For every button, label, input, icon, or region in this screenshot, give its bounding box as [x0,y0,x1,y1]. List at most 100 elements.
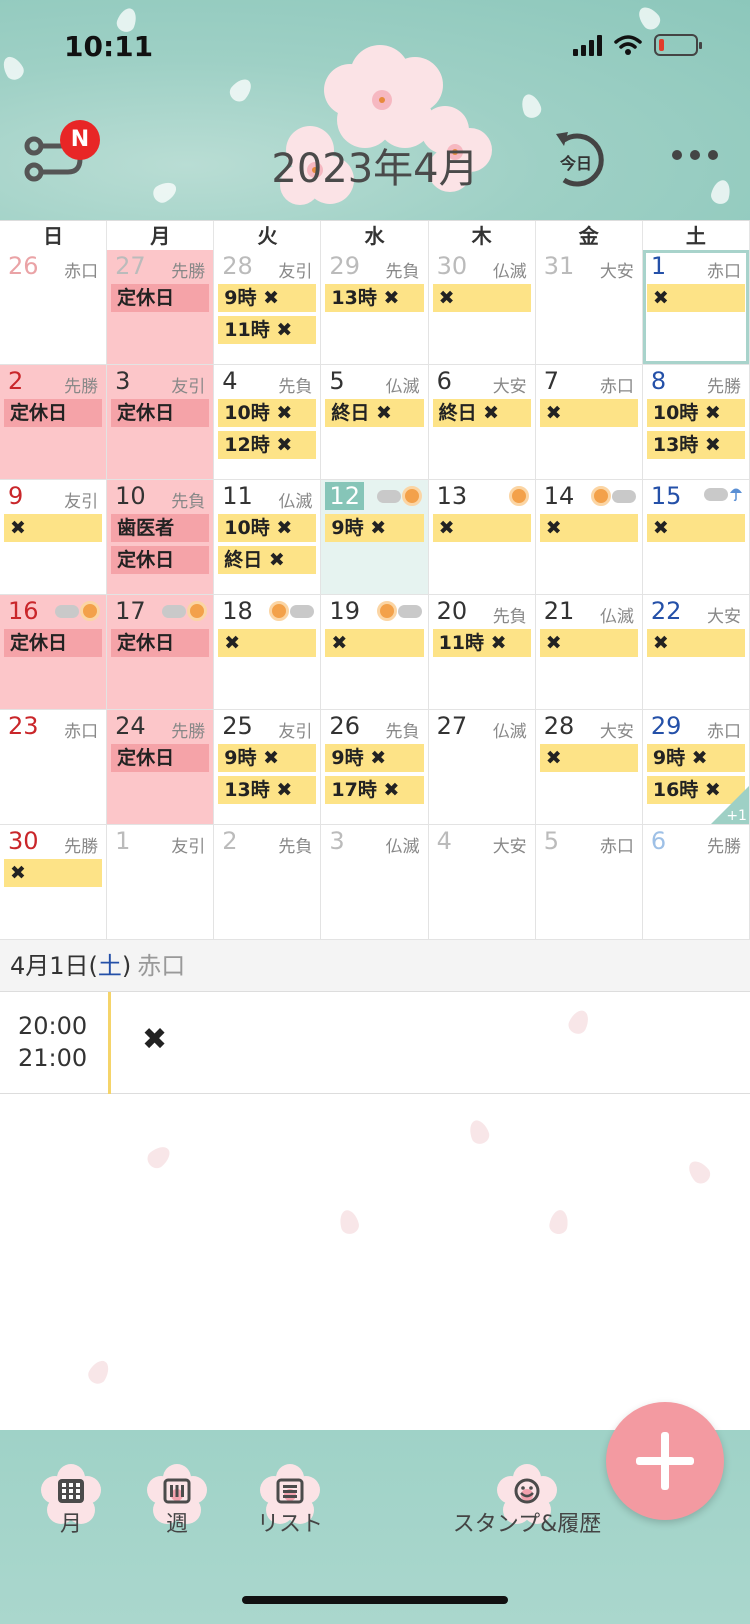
calendar-day-cell[interactable]: 13 ✖ [428,480,536,595]
today-button[interactable]: 今日 [546,124,616,194]
calendar-event-chip[interactable]: 10時 ✖ [218,399,317,427]
calendar-day-cell[interactable]: 10 先負 歯医者 定休日 [107,480,215,595]
calendar-event-chip[interactable]: 10時 ✖ [218,514,317,542]
calendar-day-cell[interactable]: 16 定休日 [0,595,108,710]
calendar-day-cell[interactable]: 27 先勝 定休日 [107,250,215,365]
calendar-day-cell[interactable]: 5 仏滅 終日 ✖ [321,365,429,480]
calendar-event-chip[interactable]: ✖ [539,399,638,427]
calendar-day-cell[interactable]: 19 ✖ [321,595,429,710]
calendar-event-chip[interactable]: 9時 ✖ [218,284,317,312]
calendar-day-cell[interactable]: 12 9時 ✖ [321,480,429,595]
calendar-event-chip[interactable]: ✖ [4,859,103,887]
calendar-day-cell[interactable]: 25 友引 9時 ✖ 13時 ✖ [214,710,322,825]
calendar-event-chip[interactable]: ✖ [539,744,638,772]
day-number: 26 [329,712,360,740]
calendar-day-cell[interactable]: 23 赤口 [0,710,108,825]
calendar-day-cell[interactable]: 30 先勝 ✖ [0,825,108,940]
calendar-event-chip[interactable]: 定休日 [111,629,210,657]
month-title[interactable]: 2023年4月 [0,136,750,194]
calendar-day-cell[interactable]: 11 仏滅 10時 ✖ 終日 ✖ [214,480,322,595]
calendar-event-chip[interactable]: ✖ [432,514,531,542]
calendar-day-cell[interactable]: 27 仏滅 [428,710,536,825]
calendar-day-cell[interactable]: 3 友引 定休日 [107,365,215,480]
add-event-button[interactable] [606,1402,724,1520]
calendar-day-cell[interactable]: 2 先負 [214,825,322,940]
calendar-event-chip[interactable]: 13時 ✖ [646,431,745,459]
calendar-event-chip[interactable]: 13時 ✖ [218,776,317,804]
calendar-day-cell[interactable]: 5 赤口 [535,825,643,940]
day-number: 2 [8,367,24,395]
rokuyo-label: 先勝 [64,837,99,857]
more-options-icon[interactable] [672,150,718,160]
calendar-day-cell[interactable]: 4 先負 10時 ✖ 12時 ✖ [214,365,322,480]
calendar-event-chip[interactable]: 9時 ✖ [325,514,424,542]
calendar-event-chip[interactable]: 11時 ✖ [218,316,317,344]
calendar-event-chip[interactable]: 定休日 [111,399,210,427]
calendar-day-cell[interactable]: 2 先勝 定休日 [0,365,108,480]
calendar-day-cell[interactable]: 14 ✖ [535,480,643,595]
calendar-event-chip[interactable]: 歯医者 [111,514,210,542]
tab-month[interactable]: 月 [36,1464,106,1538]
calendar-event-chip[interactable]: 11時 ✖ [432,629,531,657]
calendar-day-cell[interactable]: 29 先負 13時 ✖ [321,250,429,365]
calendar-day-cell[interactable]: 3 仏滅 [321,825,429,940]
calendar-day-cell[interactable]: 6 大安 終日 ✖ [428,365,536,480]
calendar-day-cell[interactable]: 22 大安 ✖ [642,595,750,710]
calendar-event-chip[interactable]: 13時 ✖ [325,284,424,312]
calendar-event-chip[interactable]: ✖ [646,629,745,657]
calendar-day-cell[interactable]: 18 ✖ [214,595,322,710]
calendar-event-chip[interactable]: 17時 ✖ [325,776,424,804]
calendar-day-cell[interactable]: 7 赤口 ✖ [535,365,643,480]
calendar-day-cell[interactable]: 31 大安 [535,250,643,365]
rokuyo-label: 大安 [706,607,741,627]
calendar-day-cell[interactable]: 26 赤口 [0,250,108,365]
calendar-day-cell[interactable]: 6 先勝 [642,825,750,940]
list-icon [276,1478,304,1504]
calendar-event-chip[interactable]: ✖ [432,284,531,312]
calendar-day-cell[interactable]: 15 ✖ [642,480,750,595]
calendar-day-cell[interactable]: 4 大安 [428,825,536,940]
day-number: 28 [222,252,253,280]
weather-icon [508,486,529,506]
calendar-event-chip[interactable]: 定休日 [4,399,103,427]
calendar-day-cell[interactable]: 8 先勝 10時 ✖ 13時 ✖ [642,365,750,480]
calendar-event-chip[interactable]: 終日 ✖ [432,399,531,427]
calendar-event-chip[interactable]: ✖ [539,629,638,657]
event-row[interactable]: 20:00 21:00 ✖ [0,992,750,1094]
calendar-event-chip[interactable]: ✖ [646,514,745,542]
tab-stamp-history[interactable]: スタンプ&履歴 [452,1464,602,1538]
calendar-day-cell[interactable]: 28 大安 ✖ [535,710,643,825]
calendar-day-cell[interactable]: 24 先勝 定休日 [107,710,215,825]
calendar-event-chip[interactable]: ✖ [646,284,745,312]
calendar-event-chip[interactable]: 定休日 [111,546,210,574]
calendar-day-cell[interactable]: 1 友引 [107,825,215,940]
calendar-event-chip[interactable]: ✖ [539,514,638,542]
tab-week[interactable]: 週 [142,1464,212,1538]
calendar-event-chip[interactable]: 9時 ✖ [325,744,424,772]
calendar-day-cell[interactable]: 21 仏滅 ✖ [535,595,643,710]
calendar-event-chip[interactable]: 9時 ✖ [646,744,745,772]
calendar-day-cell[interactable]: 9 友引 ✖ [0,480,108,595]
calendar-event-chip[interactable]: 終日 ✖ [218,546,317,574]
calendar-day-cell[interactable]: 26 先負 9時 ✖ 17時 ✖ [321,710,429,825]
calendar-day-cell[interactable]: 28 友引 9時 ✖ 11時 ✖ [214,250,322,365]
status-icons [573,34,702,56]
calendar-day-cell[interactable]: 20 先負 11時 ✖ [428,595,536,710]
calendar-event-chip[interactable]: 10時 ✖ [646,399,745,427]
calendar-event-chip[interactable]: 9時 ✖ [218,744,317,772]
calendar-event-chip[interactable]: ✖ [218,629,317,657]
calendar-day-cell[interactable]: 29 赤口 9時 ✖ 16時 ✖ +1 [642,710,750,825]
calendar-event-chip[interactable]: ✖ [325,629,424,657]
calendar-event-chip[interactable]: 定休日 [111,744,210,772]
rokuyo-label: 友引 [171,837,206,857]
calendar-event-chip[interactable]: 定休日 [4,629,103,657]
calendar-event-chip[interactable]: 終日 ✖ [325,399,424,427]
calendar-day-cell[interactable]: 30 仏滅 ✖ [428,250,536,365]
calendar-event-chip[interactable]: 定休日 [111,284,210,312]
calendar-event-chip[interactable]: ✖ [4,514,103,542]
tab-list[interactable]: リスト [250,1464,330,1538]
calendar-day-cell[interactable]: 1 赤口 ✖ [642,250,750,365]
calendar-event-chip[interactable]: 12時 ✖ [218,431,317,459]
calendar-day-cell[interactable]: 17 定休日 [107,595,215,710]
sun-icon [590,486,611,506]
